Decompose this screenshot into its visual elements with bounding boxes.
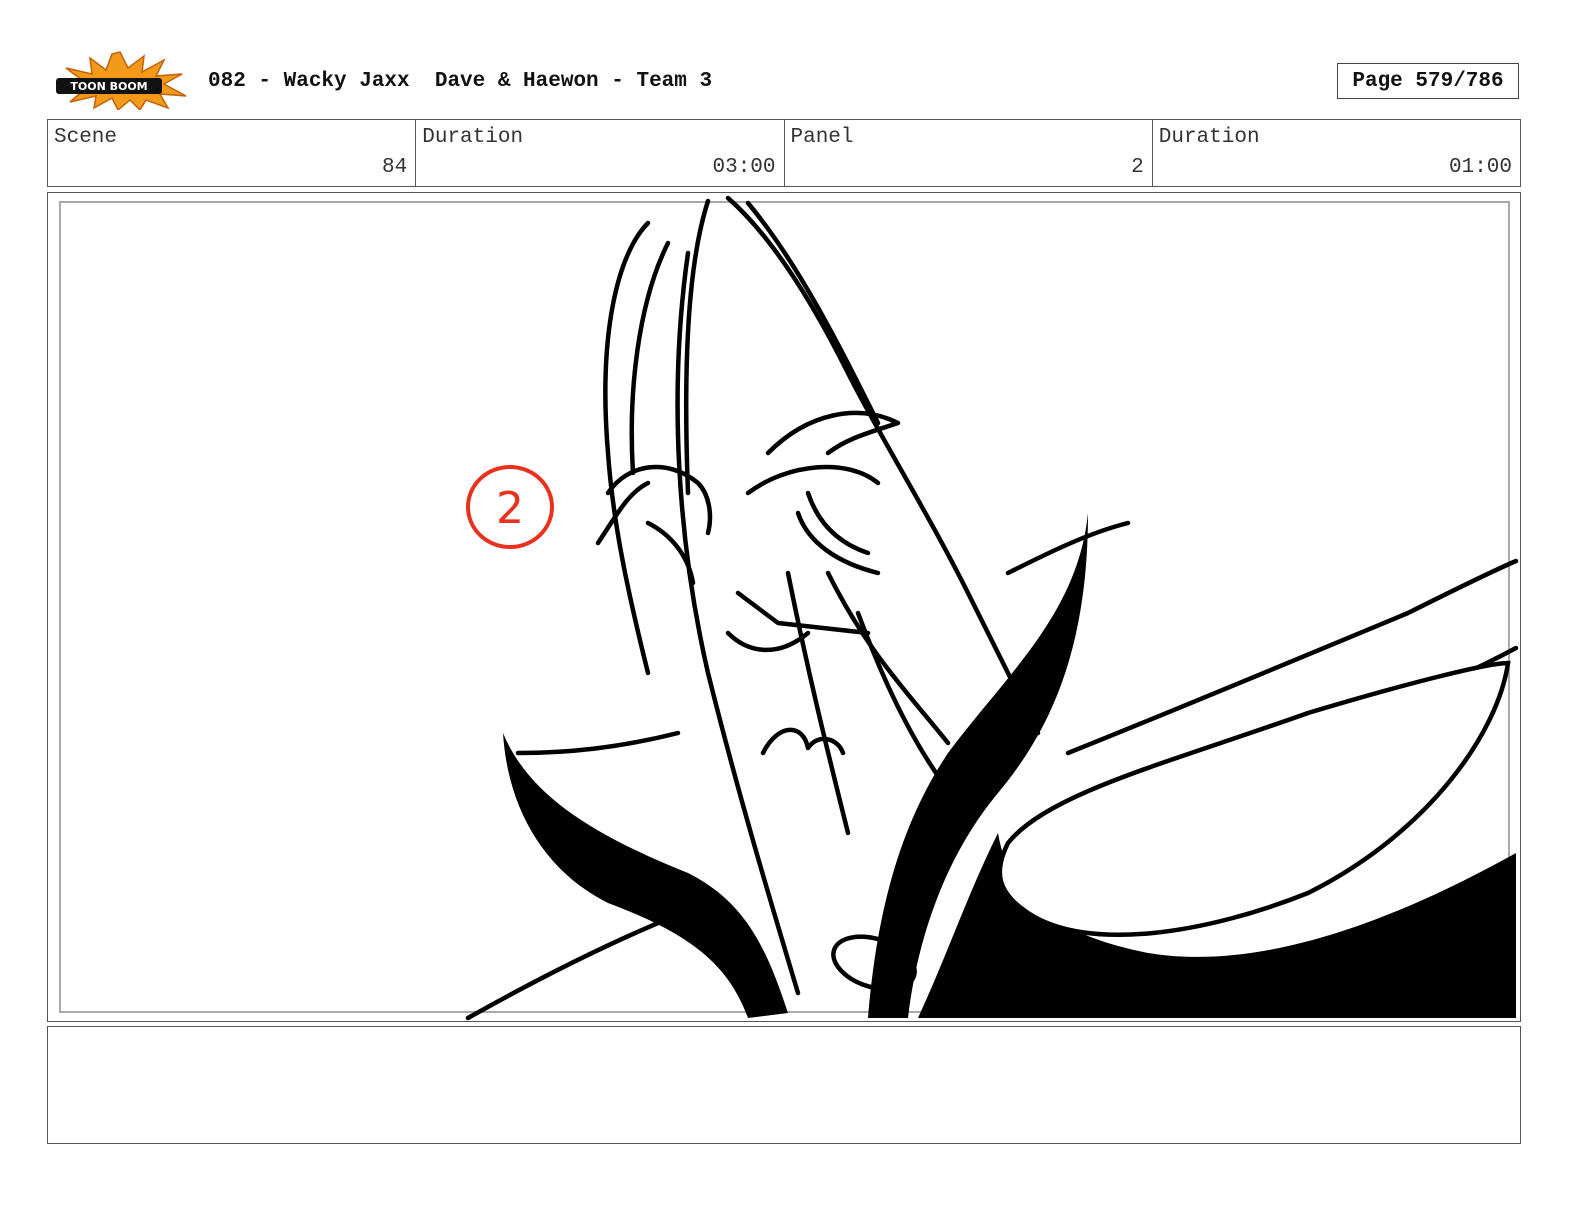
scene-duration-label: Duration bbox=[422, 126, 524, 149]
logo-text: TOON BOOM bbox=[70, 80, 147, 93]
panel-duration-cell: Duration 01:00 bbox=[1151, 120, 1520, 186]
panel-cell: Panel 2 bbox=[783, 120, 1152, 186]
panel-marker-icon: 2 bbox=[466, 465, 554, 549]
page-number: Page 579/786 bbox=[1337, 63, 1519, 99]
panel-label: Panel bbox=[790, 126, 854, 149]
scene-duration-value: 03:00 bbox=[712, 156, 776, 179]
cape-highlight bbox=[997, 660, 1511, 938]
notes-box bbox=[47, 1026, 1521, 1144]
scene-label: Scene bbox=[54, 126, 118, 149]
scene-duration-cell: Duration 03:00 bbox=[415, 120, 783, 186]
document-title: 082 - Wacky Jaxx Dave & Haewon - Team 3 bbox=[208, 70, 713, 93]
panel-marker-number: 2 bbox=[496, 483, 524, 534]
toon-boom-logo: TOON BOOM bbox=[52, 50, 188, 112]
panel-duration-value: 01:00 bbox=[1448, 156, 1512, 179]
scene-cell: Scene 84 bbox=[48, 120, 415, 186]
panel-value: 2 bbox=[1131, 156, 1144, 179]
panel-drawing: 2 bbox=[465, 195, 1519, 1021]
storyboard-panel: 2 bbox=[47, 192, 1521, 1022]
scene-info-bar: Scene 84 Duration 03:00 Panel 2 Duration… bbox=[47, 119, 1521, 187]
scene-value: 84 bbox=[382, 156, 408, 179]
panel-duration-label: Duration bbox=[1158, 126, 1260, 149]
